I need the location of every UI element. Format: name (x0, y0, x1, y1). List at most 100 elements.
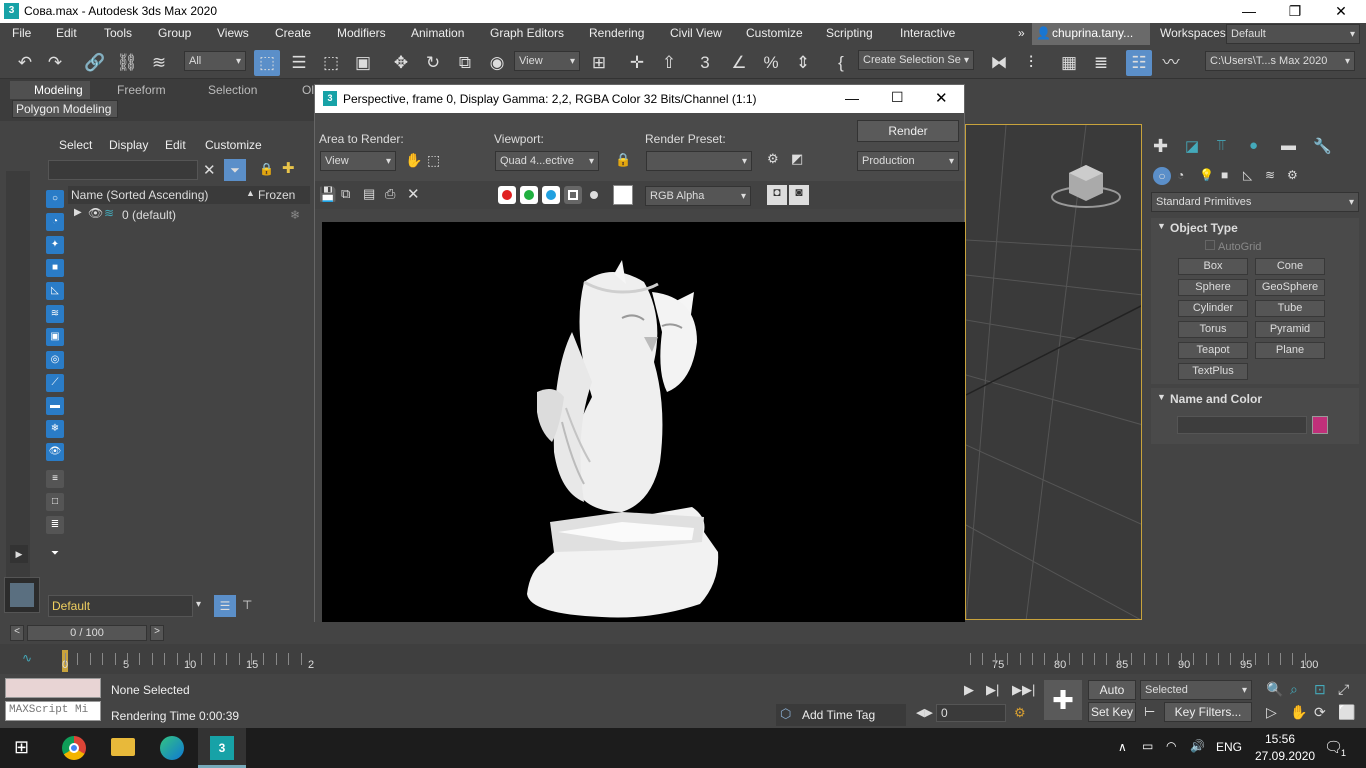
hierarchy-tab-icon[interactable]: ⫪ (1217, 137, 1225, 154)
maximize-button[interactable]: ☐ (891, 89, 904, 106)
workspace-dropdown[interactable]: Default (1226, 24, 1360, 44)
3dsmax-taskbar-button[interactable]: 3 (198, 728, 246, 768)
motion-tab-icon[interactable]: ● (1249, 137, 1258, 154)
set-key-big-icon[interactable]: ✚ (1044, 680, 1082, 720)
lock-icon[interactable]: 🔒 (615, 152, 631, 168)
keyboard-shortcut-icon[interactable]: ⇧ (656, 50, 682, 76)
red-channel-toggle[interactable] (498, 186, 516, 204)
zoom-extents-icon[interactable]: ⊡ (1314, 681, 1326, 698)
scene-explorer-icon[interactable]: ☷ (1126, 50, 1152, 76)
display-none-icon[interactable]: □ (46, 493, 64, 511)
render-setup-icon[interactable]: ⚙ (767, 151, 779, 167)
mirror-icon[interactable]: ⧓ (986, 50, 1012, 76)
expand-icon[interactable]: ▶ (74, 207, 82, 218)
autogrid-checkbox[interactable] (1205, 240, 1215, 250)
helpers-icon[interactable]: ◺ (1243, 168, 1252, 182)
save-image-icon[interactable]: 💾 (319, 186, 336, 203)
window-crossing-icon[interactable]: ▣ (350, 50, 376, 76)
copy-image-icon[interactable]: ⧉ (341, 186, 350, 202)
zoom-all-icon[interactable]: ⌕ (1290, 681, 1298, 698)
prev-frame-icon[interactable]: < (10, 625, 24, 641)
mini-viewport[interactable] (4, 577, 40, 613)
clone-window-icon[interactable]: ▤ (363, 186, 375, 202)
angle-snap-icon[interactable]: ∠ (726, 50, 752, 76)
edit-named-sets-icon[interactable]: { (828, 50, 854, 76)
minimize-button[interactable]: — (845, 90, 859, 106)
percent-snap-icon[interactable]: % (758, 50, 784, 76)
zoom-icon[interactable]: 🔍 (1266, 681, 1283, 698)
windows-start-icon[interactable]: ⊞ (14, 737, 29, 758)
bind-spacewarp-icon[interactable]: ≋ (146, 50, 172, 76)
systems-icon[interactable]: ⚙ (1287, 168, 1298, 182)
set-key-button[interactable]: Set Key (1088, 702, 1136, 722)
lights-icon[interactable]: 💡 (1199, 168, 1214, 182)
menu-civil-view[interactable]: Civil View (670, 26, 722, 40)
expand-panel-icon[interactable]: ▶ (10, 545, 28, 563)
scale-icon[interactable]: ⧉ (452, 50, 478, 76)
redo-icon[interactable]: ↷ (42, 50, 68, 76)
tab-object-paint[interactable]: Ol (302, 83, 314, 97)
col-frozen[interactable]: Frozen (258, 188, 295, 202)
show-hidden-icons[interactable]: ∧ (1118, 740, 1127, 754)
shapes-icon[interactable]: ◔ (1177, 168, 1184, 182)
perspective-viewport[interactable] (965, 124, 1142, 620)
display-tab-icon[interactable]: ▬ (1281, 137, 1296, 154)
layer-dropdown-icon[interactable]: ▾ (196, 599, 201, 610)
category-dropdown[interactable]: Standard Primitives (1151, 192, 1359, 212)
placement-icon[interactable]: ◉ (484, 50, 510, 76)
tab-modeling[interactable]: Modeling (10, 81, 90, 99)
display-toggle-icon[interactable]: ◘ (767, 185, 787, 205)
menu-interactive[interactable]: Interactive (900, 26, 955, 40)
pivot-center-icon[interactable]: ⊞ (586, 50, 612, 76)
maxscript-listener[interactable] (5, 678, 101, 698)
blue-channel-toggle[interactable] (542, 186, 560, 204)
sphere-button[interactable]: Sphere (1178, 279, 1248, 296)
auto-region-icon[interactable]: ⬚ (427, 152, 440, 169)
textplus-button[interactable]: TextPlus (1178, 363, 1248, 380)
containers-filter-icon[interactable]: ▬ (46, 397, 64, 415)
move-icon[interactable]: ✥ (388, 50, 414, 76)
tab-select[interactable]: Select (59, 138, 92, 152)
pan-icon[interactable]: ✋ (1290, 704, 1307, 721)
channel-dropdown[interactable]: RGB Alpha (645, 186, 751, 206)
clock-date[interactable]: 27.09.2020 (1255, 749, 1315, 763)
xrefs-filter-icon[interactable]: ◎ (46, 351, 64, 369)
curve-editor-icon[interactable]: 〰 (1158, 50, 1184, 76)
play-icon[interactable]: ▶ (964, 682, 974, 698)
menu-group[interactable]: Group (158, 26, 191, 40)
tab-freeform[interactable]: Freeform (117, 83, 166, 97)
clock-time[interactable]: 15:56 (1265, 732, 1295, 746)
bones-filter-icon[interactable]: ⟋ (46, 374, 64, 392)
project-path-dropdown[interactable]: C:\Users\T...s Max 2020 (1205, 51, 1355, 71)
select-manipulate-icon[interactable]: ✛ (624, 50, 650, 76)
geosphere-button[interactable]: GeoSphere (1255, 279, 1325, 296)
frame-spinner[interactable]: 0 (936, 704, 1006, 722)
col-name[interactable]: Name (Sorted Ascending) (71, 188, 208, 202)
monochrome-icon[interactable] (590, 191, 598, 199)
language-indicator[interactable]: ENG (1216, 740, 1242, 754)
restore-button[interactable]: ❐ (1272, 0, 1318, 23)
rotate-icon[interactable]: ↻ (420, 50, 446, 76)
collapse-icon[interactable]: ▼ (1157, 221, 1166, 231)
key-filters-button[interactable]: Key Filters... (1164, 702, 1252, 722)
close-button[interactable]: ✕ (935, 89, 948, 107)
key-mode-dropdown[interactable]: Selected (1140, 680, 1252, 700)
edit-region-icon[interactable]: ✋ (405, 152, 422, 169)
selection-filter-dropdown[interactable]: All (184, 51, 246, 71)
spinner-snap-icon[interactable]: ⇕ (790, 50, 816, 76)
layer-explorer-icon[interactable]: ▦ (1056, 50, 1082, 76)
torus-button[interactable]: Torus (1178, 321, 1248, 338)
chrome-icon[interactable] (62, 736, 86, 760)
goto-end-icon[interactable]: ▶▶| (1012, 682, 1035, 698)
display-all-icon[interactable]: ≡ (46, 470, 64, 488)
account-menu[interactable]: 👤 chuprina.tany... (1032, 23, 1150, 45)
shapes-filter-icon[interactable]: ◔ (46, 213, 64, 231)
production-dropdown[interactable]: Production (857, 151, 959, 171)
tab-edit[interactable]: Edit (165, 138, 186, 152)
tab-customize[interactable]: Customize (205, 138, 262, 152)
frame-buffer-icon[interactable]: ◙ (789, 185, 809, 205)
maxscript-input[interactable]: MAXScript Mi (5, 701, 101, 721)
menu-edit[interactable]: Edit (56, 26, 77, 40)
more-menu-icon[interactable]: » (1018, 26, 1025, 40)
viewport-dropdown[interactable]: Quad 4...ective (495, 151, 599, 171)
